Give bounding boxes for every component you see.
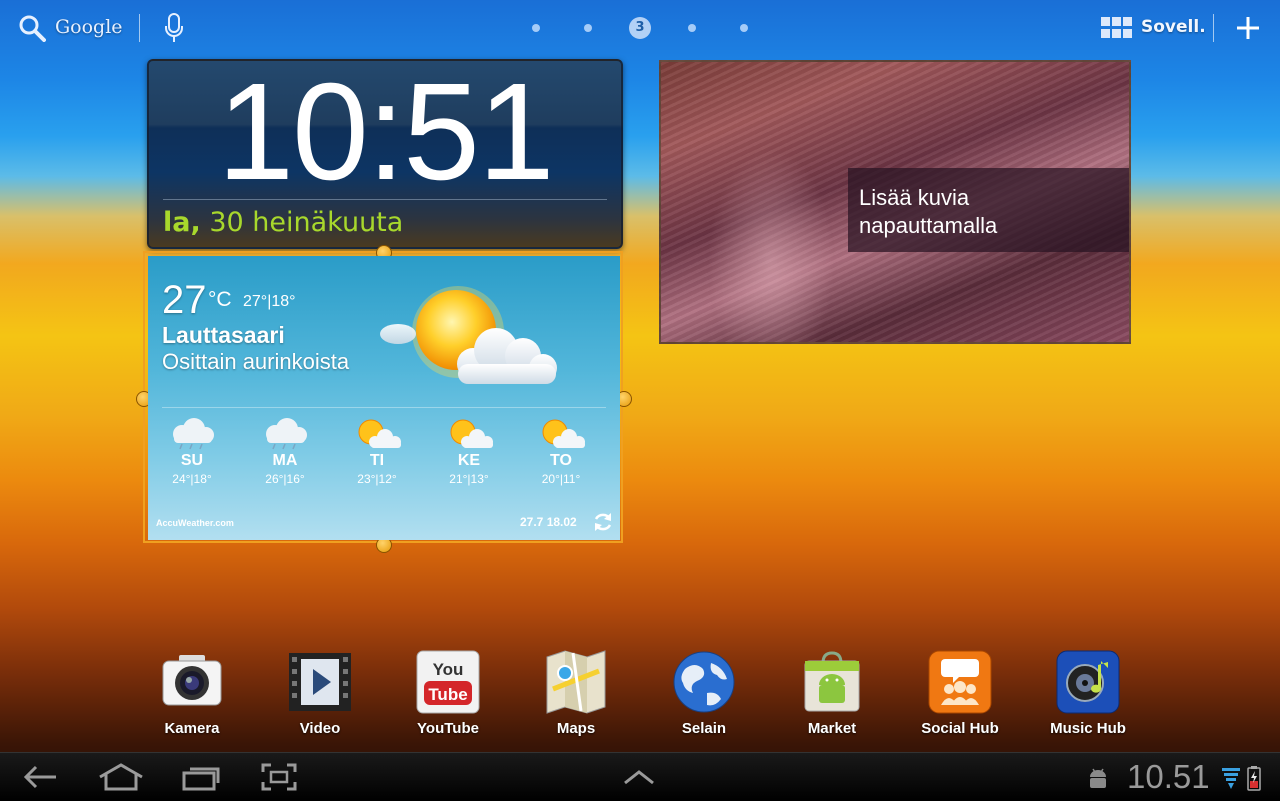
app-label: Video <box>299 720 341 737</box>
back-icon[interactable] <box>22 763 58 791</box>
weather-provider-logo[interactable]: AccuWeather.com <box>156 518 234 528</box>
forecast-temps: 24°|18° <box>172 472 212 486</box>
svg-text:You: You <box>433 660 464 679</box>
high-low-temperature: 27°|18° <box>243 293 296 310</box>
google-search-label[interactable]: Google <box>55 16 123 38</box>
temperature-unit: °C <box>208 288 232 311</box>
app-maps[interactable]: Maps <box>521 649 631 737</box>
forecast-day: TI 23°|12° <box>337 416 417 486</box>
app-label: Kamera <box>164 720 220 737</box>
page-dot-2[interactable] <box>584 24 592 32</box>
android-debug-icon <box>1090 768 1106 788</box>
app-kamera[interactable]: Kamera <box>137 649 247 737</box>
app-market[interactable]: Market <box>777 649 887 737</box>
weather-location: Lauttasaari <box>162 322 285 348</box>
clock-date-text: 30 heinäkuuta <box>209 207 404 238</box>
photo-caption-line2: napauttamalla <box>859 213 998 238</box>
system-navigation-bar: 10.51 <box>0 752 1280 801</box>
app-label: Music Hub <box>1050 720 1126 737</box>
partly-sunny-icon <box>380 286 557 384</box>
recent-apps-icon[interactable] <box>182 763 220 791</box>
divider <box>162 407 606 408</box>
refresh-icon[interactable] <box>592 511 614 533</box>
forecast-temps: 20°|11° <box>541 472 581 486</box>
weather-widget[interactable]: 27 °C 27°|18° Lauttasaari Osittain aurin… <box>148 256 620 540</box>
clock-time: 10:51 <box>217 59 554 209</box>
forecast-temps: 23°|12° <box>357 472 397 486</box>
app-video[interactable]: Video <box>265 649 375 737</box>
partly-sunny-icon <box>358 419 401 448</box>
social-hub-icon <box>928 650 992 714</box>
apps-button-label[interactable]: Sovell. <box>1141 17 1206 37</box>
youtube-icon: You Tube <box>416 650 480 714</box>
screenshot-icon[interactable] <box>261 763 297 791</box>
globe-icon <box>673 651 735 713</box>
forecast-day-name: TI <box>369 452 385 469</box>
partly-sunny-icon <box>450 419 493 448</box>
home-icon[interactable] <box>98 763 144 791</box>
forecast-day-name: KE <box>457 452 481 469</box>
forecast-temps: 21°|13° <box>449 472 489 486</box>
wifi-icon <box>1222 768 1240 789</box>
top-bar: Google 3 Sovell. <box>0 0 1280 56</box>
app-label: YouTube <box>417 720 479 737</box>
forecast-day-name: TO <box>550 452 572 469</box>
weather-condition: Osittain aurinkoista <box>162 349 350 374</box>
search-icon[interactable] <box>18 14 46 42</box>
status-clock[interactable]: 10.51 <box>1127 758 1210 796</box>
camera-icon <box>162 655 222 706</box>
forecast-day-name: SU <box>180 452 204 469</box>
app-youtube[interactable]: You Tube YouTube <box>393 649 503 737</box>
clock-date: la, 30 heinäkuuta <box>163 207 403 238</box>
forecast-day: MA 26°|16° <box>245 416 325 486</box>
microphone-icon[interactable] <box>163 12 185 44</box>
page-dot-1[interactable] <box>532 24 540 32</box>
clock-day: la, <box>163 207 201 238</box>
maps-icon <box>546 650 606 714</box>
app-selain[interactable]: Selain <box>649 649 759 737</box>
apps-grid-icon[interactable] <box>1101 17 1133 39</box>
forecast-temps: 26°|16° <box>265 472 305 486</box>
chevron-up-icon[interactable] <box>623 769 655 785</box>
battery-icon <box>1247 766 1261 791</box>
photo-frame-widget[interactable]: Lisää kuvia napauttamalla <box>659 60 1131 344</box>
cloud-rain-icon <box>266 418 307 450</box>
partly-sunny-icon <box>542 419 585 448</box>
divider <box>163 199 607 200</box>
app-label: Maps <box>556 720 596 737</box>
market-icon <box>804 651 860 712</box>
page-dot-5[interactable] <box>740 24 748 32</box>
app-label: Market <box>807 720 857 737</box>
current-temperature: 27 <box>162 278 207 322</box>
divider <box>139 14 140 42</box>
page-dot-4[interactable] <box>688 24 696 32</box>
clock-widget[interactable]: 10:51 la, 30 heinäkuuta <box>147 59 623 249</box>
app-music-hub[interactable]: Music Hub <box>1033 649 1143 737</box>
app-label: Selain <box>681 720 727 737</box>
app-label: Social Hub <box>921 720 999 737</box>
photo-caption-line1: Lisää kuvia <box>859 185 970 210</box>
music-hub-icon <box>1056 650 1120 714</box>
cloud-rain-icon <box>173 418 214 450</box>
forecast-day: KE 21°|13° <box>429 416 509 486</box>
video-icon <box>289 653 351 711</box>
weather-updated-time: 27.7 18.02 <box>520 515 577 529</box>
forecast-day: SU 24°|18° <box>152 416 232 486</box>
add-icon[interactable] <box>1236 16 1260 40</box>
app-social-hub[interactable]: Social Hub <box>905 649 1015 737</box>
forecast-day: TO 20°|11° <box>521 416 601 486</box>
divider <box>1213 14 1214 42</box>
forecast-day-name: MA <box>272 452 298 469</box>
svg-text:Tube: Tube <box>428 685 467 704</box>
page-indicator-current[interactable]: 3 <box>629 17 651 39</box>
photo-caption: Lisää kuvia napauttamalla <box>859 184 997 240</box>
